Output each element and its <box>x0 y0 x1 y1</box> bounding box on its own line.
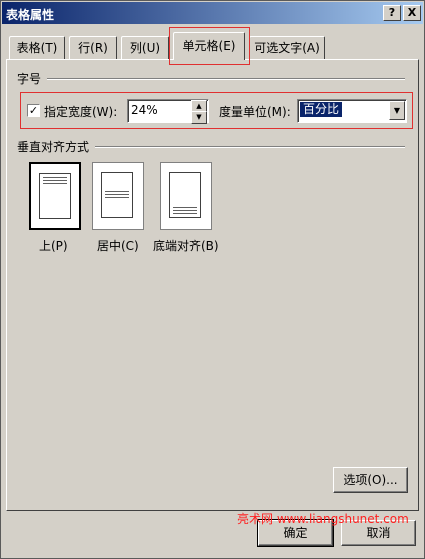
spin-down-button[interactable]: ▼ <box>191 111 207 124</box>
tab-row[interactable]: 行(R) <box>69 36 117 59</box>
title-bar[interactable]: 表格属性 ? X <box>2 2 423 24</box>
watermark-text: 亮术网 www.liangshunet.com <box>237 512 409 526</box>
align-bottom-icon <box>169 172 201 218</box>
align-bottom-option[interactable] <box>160 162 212 230</box>
valign-group-label: 垂直对齐方式 <box>17 140 90 154</box>
size-row-highlight <box>20 92 413 129</box>
align-top-icon <box>39 173 71 219</box>
align-top-option[interactable] <box>29 162 81 230</box>
table-properties-dialog: 表格属性 ? X 表格(T) 行(R) 列(U) 单元格(E) 可选文字(A) … <box>0 0 425 559</box>
options-button[interactable]: 选项(O)... <box>333 467 408 493</box>
align-bottom-label: 底端对齐(B) <box>153 239 219 253</box>
align-center-label: 居中(C) <box>97 239 139 253</box>
arrow-up-icon: ▲ <box>196 102 202 110</box>
align-center-icon <box>101 172 133 218</box>
size-group-divider <box>47 78 405 80</box>
align-top-label: 上(P) <box>39 239 68 253</box>
close-button[interactable]: X <box>403 5 421 21</box>
align-center-option[interactable] <box>92 162 144 230</box>
size-group-label: 字号 <box>17 72 42 86</box>
tab-alt-text[interactable]: 可选文字(A) <box>249 36 325 59</box>
tab-table[interactable]: 表格(T) <box>9 36 65 59</box>
cell-tab-highlight <box>169 27 250 65</box>
tab-column[interactable]: 列(U) <box>121 36 169 59</box>
valign-group-divider <box>95 146 405 148</box>
help-button[interactable]: ? <box>383 5 401 21</box>
window-title: 表格属性 <box>6 8 55 22</box>
arrow-down-icon: ▼ <box>196 113 202 121</box>
